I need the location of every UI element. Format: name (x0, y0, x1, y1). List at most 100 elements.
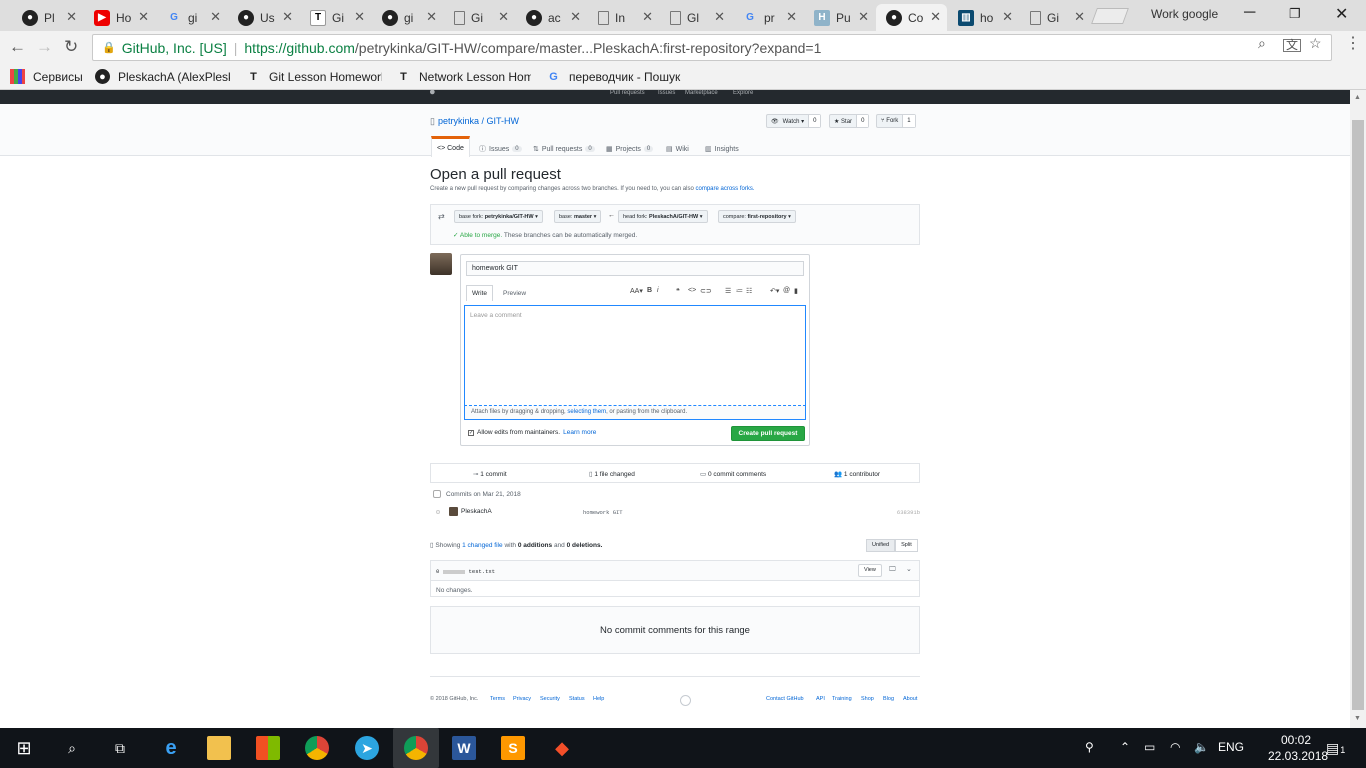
browser-tab[interactable]: Gpr ✕ (732, 4, 803, 31)
tab-wiki[interactable]: ▤ Wiki (666, 141, 689, 157)
word-icon[interactable]: W (452, 736, 476, 760)
repo-name-link[interactable]: GIT-HW (487, 116, 520, 126)
tab-projects[interactable]: ▦ Projects 0 (606, 141, 654, 157)
task-list-icon[interactable]: ☷ (746, 287, 752, 295)
comment-textarea[interactable]: Leave a comment (464, 305, 806, 406)
unified-button[interactable]: Unified (866, 539, 896, 552)
browser-tab[interactable]: ● ac ✕ (516, 4, 587, 31)
bookmark-item[interactable]: T Network Lesson Hom (396, 69, 531, 84)
watch-button[interactable]: 👁 Watch ▾ 0 (766, 114, 822, 128)
files-changed-count[interactable]: ▯ 1 file changed (589, 470, 635, 478)
browser-tab[interactable]: T Gi ✕ (300, 4, 371, 31)
repo-owner-link[interactable]: petrykinka (438, 116, 479, 126)
close-icon[interactable]: ✕ (786, 9, 797, 25)
chevron-down-icon[interactable]: ⌄ (906, 565, 912, 573)
commits-count[interactable]: ⊸ 1 commit (473, 470, 507, 478)
scrollbar-thumb[interactable] (1352, 120, 1364, 710)
close-icon[interactable]: ✕ (1002, 9, 1013, 25)
compare-forks-link[interactable]: compare across forks. (696, 186, 755, 192)
file-explorer-icon[interactable] (207, 736, 231, 760)
git-gui-icon[interactable]: ◆ (550, 736, 574, 760)
profile-name[interactable]: Work google (1151, 7, 1218, 21)
edge-icon[interactable]: e (159, 736, 183, 760)
browser-tab[interactable]: Ggi ✕ (156, 4, 227, 31)
footer-link[interactable]: About (903, 696, 917, 702)
url-text[interactable]: https://github.com/petrykinka/GIT-HW/com… (244, 40, 821, 56)
split-button[interactable]: Split (895, 539, 918, 552)
base-fork-select[interactable]: base fork: petrykinka/GIT-HW ▾ (454, 210, 543, 223)
telegram-icon[interactable]: ➤ (355, 736, 379, 760)
tab-issues[interactable]: ⓘ Issues 0 (479, 141, 522, 157)
mention-icon[interactable]: @ (783, 287, 790, 294)
bookmark-item[interactable]: ● PleskachA (AlexPleska (95, 69, 230, 84)
github-logo-icon[interactable]: ● (429, 90, 436, 98)
task-view-icon[interactable]: ⧉ (108, 736, 132, 760)
browser-tab[interactable]: Gi ✕ (444, 4, 515, 31)
footer-link[interactable]: Contact GitHub (766, 696, 804, 702)
chrome-active-icon[interactable] (393, 728, 439, 768)
address-bar[interactable]: 🔒 GitHub, Inc. [US] | https://github.com… (92, 34, 1332, 61)
close-icon[interactable]: ✕ (714, 9, 725, 25)
windows-start-icon[interactable]: ⊞ (12, 736, 36, 760)
commit-message[interactable]: homework GIT (583, 509, 623, 516)
numbered-list-icon[interactable]: ≔ (736, 287, 743, 295)
people-icon[interactable]: ⚲ (1085, 740, 1094, 754)
store-icon[interactable] (256, 736, 280, 760)
allow-edits-checkbox[interactable]: ✓ Allow edits from maintainers. Learn mor… (468, 429, 596, 436)
browser-tab-active[interactable]: ● Co ✕ (876, 4, 947, 31)
chevron-up-icon[interactable]: ⌃ (1120, 740, 1130, 754)
browser-tab[interactable]: ● Pl ✕ (12, 4, 83, 31)
file-name[interactable]: 0 test.txt (436, 568, 495, 575)
compare-branch-select[interactable]: compare: first-repository ▾ (718, 210, 796, 223)
close-icon[interactable]: ✕ (210, 9, 221, 25)
display-icon[interactable]: 🖵 (889, 566, 896, 574)
changed-files-link[interactable]: 1 changed file (462, 542, 502, 549)
close-icon[interactable]: ✕ (66, 9, 77, 25)
zoom-icon[interactable]: ⌕ (1258, 35, 1266, 52)
browser-tab[interactable]: ● Us ✕ (228, 4, 299, 31)
footer-link[interactable]: Blog (883, 696, 894, 702)
search-icon[interactable]: ⌕ (60, 736, 84, 760)
browser-tab[interactable]: In ✕ (588, 4, 659, 31)
site-identity[interactable]: GitHub, Inc. [US] (122, 40, 227, 56)
checkbox-checked-icon[interactable]: ✓ (468, 429, 474, 436)
volume-icon[interactable]: 🔈 (1194, 740, 1209, 754)
chrome-icon[interactable] (305, 736, 329, 760)
close-icon[interactable]: ✕ (1074, 9, 1085, 25)
footer-link[interactable]: Help (593, 696, 604, 702)
bookmark-item[interactable]: T Git Lesson Homework (246, 69, 382, 84)
tab-preview[interactable]: Preview (498, 285, 531, 301)
close-icon[interactable]: ✕ (138, 9, 149, 25)
scroll-down-icon[interactable]: ▼ (1354, 715, 1361, 722)
bookmark-item[interactable]: Gпереводчик - Пошук (546, 69, 681, 84)
commit-author[interactable]: PleskachA (461, 508, 492, 515)
reload-icon[interactable]: ↻ (64, 37, 78, 57)
tab-pull-requests[interactable]: ⇅ Pull requests 0 (533, 141, 595, 157)
browser-tab[interactable]: ▶ Ho ✕ (84, 4, 155, 31)
bookmark-item[interactable]: Сервисы (10, 69, 90, 84)
footer-link[interactable]: Training (832, 696, 852, 702)
bookmark-icon[interactable]: ▮ (794, 287, 798, 295)
battery-icon[interactable]: ▭ (1144, 740, 1155, 754)
scroll-up-icon[interactable]: ▲ (1354, 94, 1361, 101)
close-icon[interactable]: ✕ (930, 9, 941, 25)
forward-icon[interactable]: → (36, 37, 53, 57)
translate-icon[interactable]: 文 (1283, 39, 1302, 52)
commit-sha[interactable]: 638391b (897, 509, 920, 516)
learn-more-link[interactable]: Learn more (563, 429, 596, 436)
star-button[interactable]: ★ Star 0 (829, 114, 870, 128)
sublime-text-icon[interactable]: S (501, 736, 525, 760)
language-indicator[interactable]: ENG (1218, 740, 1244, 754)
footer-link[interactable]: Privacy (513, 696, 531, 702)
pr-title-input[interactable]: homework GIT (466, 261, 804, 276)
browser-tab[interactable]: ● gi ✕ (372, 4, 443, 31)
base-branch-select[interactable]: base: master ▾ (554, 210, 602, 223)
browser-tab[interactable]: H Pu ✕ (804, 4, 875, 31)
wifi-icon[interactable]: ◠ (1170, 740, 1180, 754)
footer-link[interactable]: Shop (861, 696, 874, 702)
close-icon[interactable]: ✕ (282, 9, 293, 25)
commit-comments-count[interactable]: ▭ 0 commit comments (700, 470, 766, 478)
bold-icon[interactable]: B (647, 287, 652, 294)
browser-tab[interactable]: Gi ✕ (1020, 4, 1091, 31)
bullet-list-icon[interactable]: ☰ (725, 287, 731, 295)
